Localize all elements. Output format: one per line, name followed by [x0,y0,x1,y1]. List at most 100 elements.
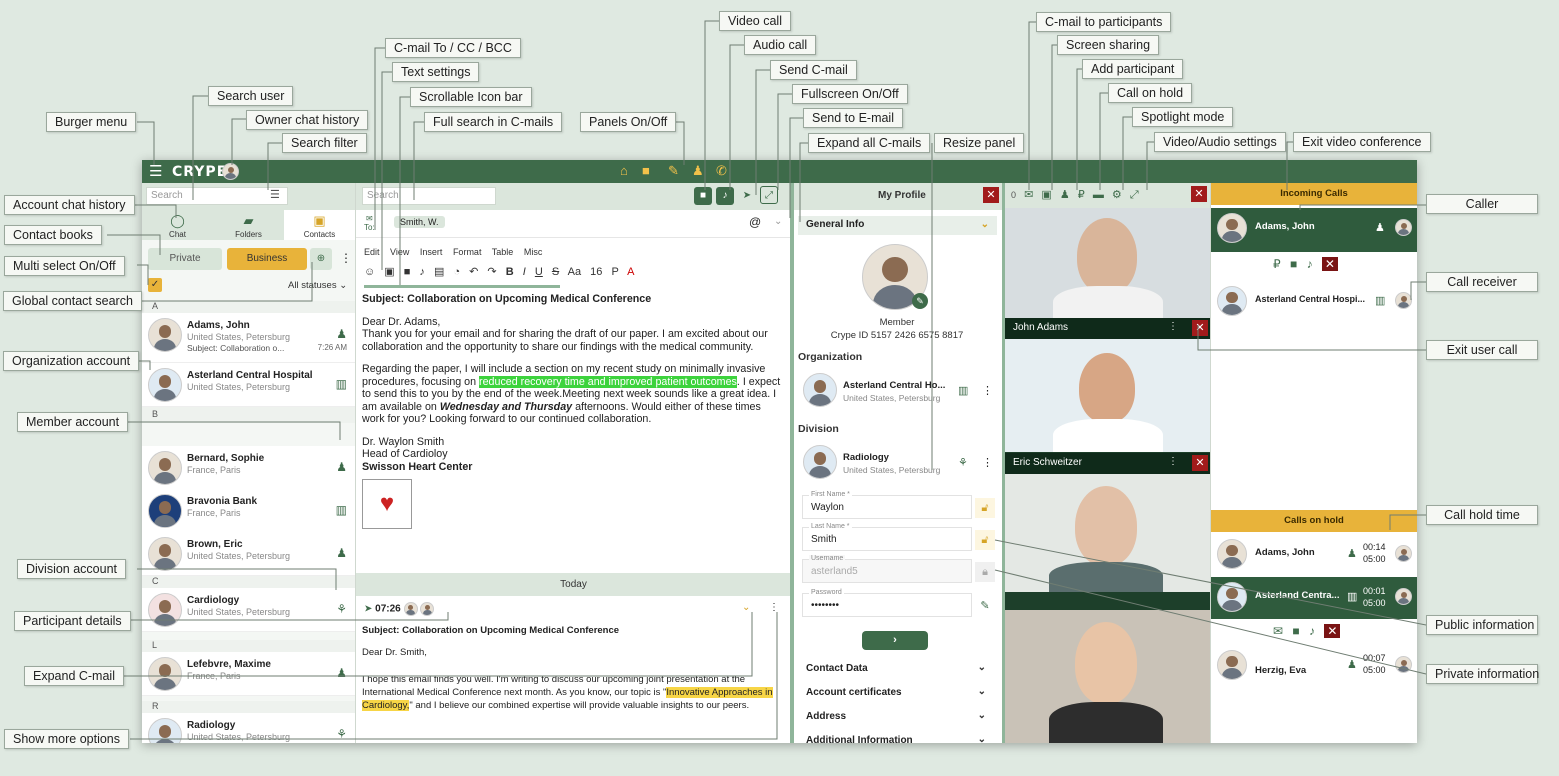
contact-item[interactable]: Asterland Central Hospital United States… [142,363,355,407]
business-book-button[interactable]: Business [227,248,307,270]
recipient-chip[interactable]: Smith, W. [394,216,445,228]
email-draft-body[interactable]: Subject: Collaboration on Upcoming Medic… [362,293,784,529]
more-options-icon[interactable]: ⋮ [982,456,993,469]
additional-info-section[interactable]: Additional Information ⌄ [806,734,986,743]
screen-share-icon[interactable]: ▣ [1041,189,1051,201]
message-time: 07:26 [375,603,401,615]
profile-div-name[interactable]: Radiology [843,452,889,463]
hold-row[interactable]: Asterland Centra... ▥ 00:01 05:00 [1211,577,1417,619]
filter-icon[interactable]: ☰ [270,188,280,201]
address-section[interactable]: Address ⌄ [806,710,986,722]
status-filter[interactable]: All statuses ⌄ [288,280,347,291]
phone-icon[interactable]: ✆ [716,163,727,179]
contact-item[interactable]: Bravonia Bank France, Paris ▥ [142,489,355,533]
multi-select-checkbox[interactable]: ✓ [148,278,162,292]
receiver-row[interactable]: Asterland Central Hospi... ▥ [1211,281,1417,321]
tab-contacts-label: Contacts [303,230,336,239]
at-icon[interactable]: @ [749,215,761,229]
more-options-icon[interactable]: ⋮ [1168,456,1178,467]
general-info-header[interactable]: General Info ⌄ [798,216,997,235]
send-icon[interactable]: ➤ [738,187,756,205]
menu-misc[interactable]: Misc [524,247,543,257]
audio-call-icon[interactable]: ♪ [716,187,734,205]
first-name-field[interactable]: First Name * Waylon 🔓︎ [802,491,995,519]
video-icon[interactable]: ■ [1292,624,1299,638]
last-name-field[interactable]: Last Name * Smith 🔓︎ [802,523,995,551]
video-call-icon[interactable]: ■ [694,187,712,205]
user-icon[interactable]: ♟ [692,163,704,179]
editor-icon-bar[interactable]: ☺ ▣ ■ ♪ ▤ ◔ ↶ ↷ B I U S Aa 16 P A [364,265,784,278]
exit-user-call-button[interactable]: ✕ [1192,455,1208,471]
account-certificates-section[interactable]: Account certificates ⌄ [806,686,986,698]
menu-insert[interactable]: Insert [420,247,443,257]
exit-user-call-button[interactable]: ✕ [1192,320,1208,336]
contact-item[interactable]: Cardiology United States, Petersburg ⚘ [142,588,355,632]
hold-row[interactable]: Adams, John ♟ 00:14 05:00 [1211,534,1417,574]
hold-icon[interactable]: ₽ [1273,257,1281,271]
menu-table[interactable]: Table [492,247,514,257]
fullscreen-icon[interactable]: ⤢ [760,186,778,204]
expand-cmail-icon[interactable]: ⌄ [742,602,750,613]
contact-data-section[interactable]: Contact Data ⌄ [806,662,986,674]
video-icon[interactable]: ■ [642,163,650,178]
profile-org-name[interactable]: Asterland Central Ho... [843,380,945,391]
video-icon[interactable]: ■ [1290,257,1297,271]
participant-avatar[interactable] [403,602,418,616]
menu-format[interactable]: Format [453,247,482,257]
close-profile-button[interactable]: ✕ [983,187,999,203]
edit-avatar-icon[interactable]: ✎ [912,293,928,309]
settings-icon[interactable]: ⚙ [1112,189,1122,201]
participant-avatar[interactable] [420,602,435,616]
fullscreen-icon[interactable]: ⤢ [1130,189,1139,201]
owner-avatar[interactable] [222,163,239,180]
spotlight-icon[interactable]: ▬ [1093,189,1104,201]
email-greeting: Dear Dr. Adams, [362,315,441,328]
chevron-down-icon[interactable]: ⌄ [774,216,782,227]
contact-item[interactable]: Radiology United States, Petersburg ⚘ [142,713,355,743]
tab-chat[interactable]: ◯ Chat [142,210,213,240]
hold-row[interactable]: Herzig, Eva ♟ 00:07 05:00 [1211,645,1417,685]
callout-call-hold-time: Call hold time [1426,505,1538,525]
member-icon: ♟ [336,460,347,474]
global-search-button[interactable]: ⊕ [310,248,332,270]
search-user-input[interactable]: Search [146,187,288,205]
menu-edit[interactable]: Edit [364,247,380,257]
decline-icon[interactable]: ✕ [1321,257,1338,271]
submit-button[interactable]: › [862,631,928,650]
unlock-icon[interactable]: 🔓︎ [975,530,995,550]
mic-icon[interactable]: ♪ [1307,257,1313,271]
home-icon[interactable]: ⌂ [620,163,628,178]
contact-item[interactable]: Adams, John United States, Petersburg Su… [142,313,355,363]
mic-icon[interactable]: ♪ [1309,624,1315,638]
icon-bar-scrollbar[interactable] [364,285,560,288]
caller-row[interactable]: Adams, John ♟ [1211,208,1417,252]
participant-face [1075,622,1137,704]
menu-view[interactable]: View [390,247,409,257]
more-options-icon[interactable]: ⋮ [1168,321,1178,332]
more-options-icon[interactable]: ⋮ [982,384,993,397]
unlock-icon[interactable]: 🔓︎ [975,498,995,518]
tab-folders[interactable]: ▰ Folders [213,210,284,240]
private-book-button[interactable]: Private [148,248,222,270]
add-participant-icon[interactable]: ♟ [1060,189,1070,201]
contact-item[interactable]: Lefebvre, Maxime France, Paris ♟ [142,652,355,696]
callout-fullscreen: Fullscreen On/Off [792,84,908,104]
contact-item[interactable]: Brown, Eric United States, Petersburg ♟ [142,532,355,576]
chat-icon[interactable]: ✎ [668,163,679,179]
organization-icon: ▥ [958,385,969,397]
contact-item[interactable]: Bernard, Sophie France, Paris ♟ [142,446,355,490]
more-options-icon[interactable]: ⋮ [340,251,352,265]
cmail-search-input[interactable]: Search [362,187,496,205]
burger-menu-icon[interactable]: ☰ [149,162,162,180]
hold-icon[interactable]: ₽ [1078,189,1085,201]
password-field[interactable]: Password •••••••• ✎ [802,589,990,617]
exit-conference-button[interactable]: ✕ [1191,186,1207,202]
tab-contacts[interactable]: ▣ Contacts [284,210,355,240]
to-cc-bcc-button[interactable]: ✉ To: [364,214,375,232]
hold-name: Herzig, Eva [1255,665,1307,676]
more-options-icon[interactable]: ⋮ [769,602,779,613]
mail-icon[interactable]: ✉ [1273,624,1283,638]
decline-icon[interactable]: ✕ [1324,624,1341,638]
edit-icon[interactable]: ✎ [975,596,995,616]
mail-icon[interactable]: ✉ [1024,189,1033,201]
